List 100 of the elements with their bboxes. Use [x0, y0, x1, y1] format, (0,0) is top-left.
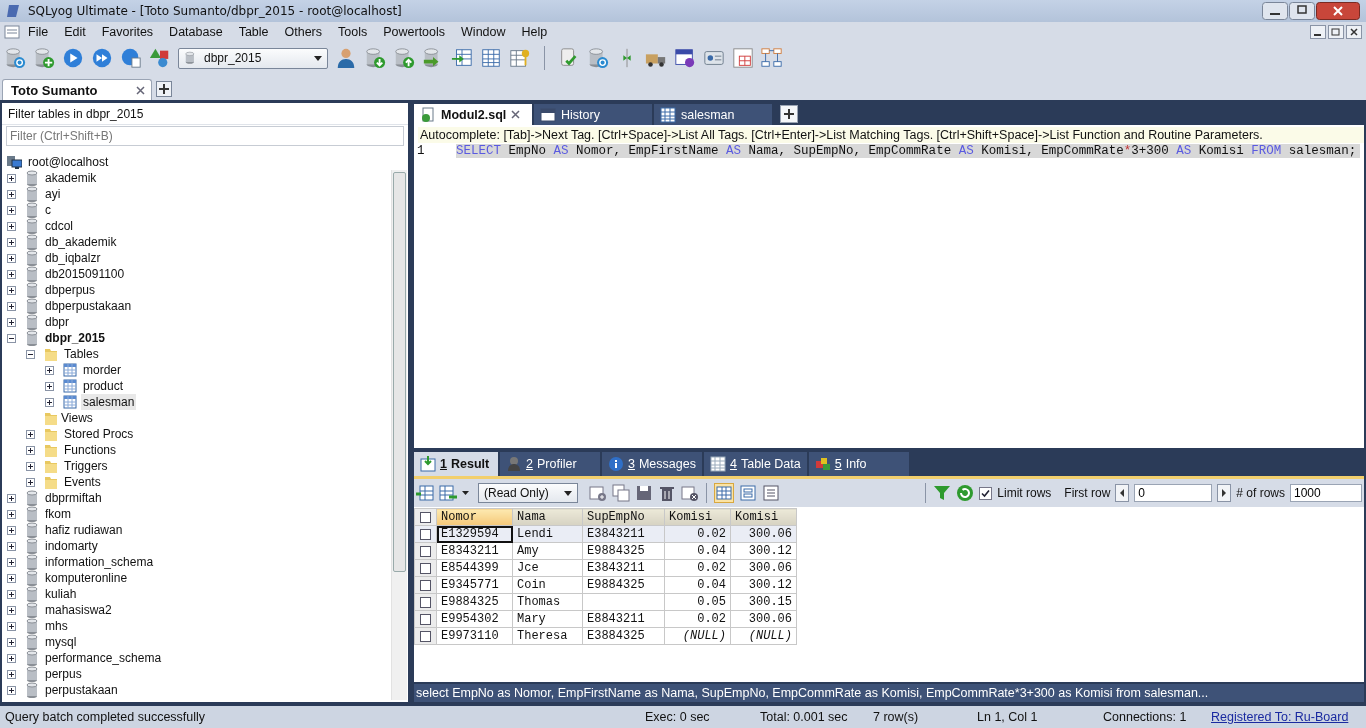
column-header[interactable]: Nomor	[436, 508, 513, 526]
menu-item[interactable]: Window	[453, 25, 514, 39]
expand-icon[interactable]	[7, 669, 16, 679]
add-tab-button[interactable]	[780, 105, 798, 123]
result-tab[interactable]: 1 Result	[414, 452, 498, 476]
row-checkbox[interactable]	[420, 562, 431, 574]
save-icon[interactable]	[635, 484, 653, 502]
editor-tab[interactable]: salesman	[654, 104, 772, 125]
tree-item[interactable]: cdcol	[43, 218, 75, 234]
expand-icon[interactable]	[7, 253, 16, 263]
previous-button[interactable]	[1115, 484, 1130, 502]
menu-item[interactable]: Tools	[330, 25, 376, 39]
tree-item[interactable]: dbprmiftah	[43, 490, 104, 506]
row-checkbox[interactable]	[420, 630, 431, 642]
duplicate-row-icon[interactable]	[612, 484, 630, 502]
close-button[interactable]	[1316, 2, 1360, 20]
expand-icon[interactable]	[7, 589, 16, 599]
menu-item[interactable]: Others	[276, 25, 331, 39]
expand-icon[interactable]	[45, 397, 54, 407]
add-row-icon[interactable]	[589, 484, 607, 502]
expand-icon[interactable]	[7, 269, 16, 279]
play-icon[interactable]	[62, 47, 84, 69]
expand-icon[interactable]	[45, 365, 54, 375]
registration-link[interactable]: Registered To: Ru-Board	[1211, 710, 1349, 724]
tree-item[interactable]: Tables	[62, 346, 101, 362]
expand-icon[interactable]	[7, 173, 16, 183]
database-plus-icon[interactable]	[33, 47, 55, 69]
expand-icon[interactable]	[7, 301, 16, 311]
editor-tab[interactable]: History	[534, 104, 652, 125]
delete-icon[interactable]	[658, 484, 676, 502]
add-tab-button[interactable]	[156, 81, 172, 97]
tree-item[interactable]: Views	[59, 410, 95, 426]
filter-field[interactable]: Filter (Ctrl+Shift+B)	[6, 126, 404, 146]
tree-item[interactable]: root@localhost	[26, 154, 111, 170]
expand-icon[interactable]	[26, 445, 35, 455]
expand-icon[interactable]	[7, 605, 16, 615]
connection-tab[interactable]: Toto Sumanto	[2, 79, 152, 101]
close-button[interactable]	[1346, 25, 1362, 39]
menu-item[interactable]: Help	[513, 25, 556, 39]
expand-icon[interactable]	[7, 285, 16, 295]
tree-item[interactable]: hafiz rudiawan	[43, 522, 125, 538]
tree-item[interactable]: Stored Procs	[62, 426, 136, 442]
diagram-icon[interactable]	[761, 47, 783, 69]
filter-icon[interactable]	[933, 484, 952, 502]
database-refresh-icon[interactable]	[4, 47, 26, 69]
expand-icon[interactable]	[7, 189, 16, 199]
mode-dropdown[interactable]: (Read Only)	[478, 483, 578, 503]
fast-forward-icon[interactable]	[91, 47, 113, 69]
row-checkbox[interactable]	[420, 528, 431, 540]
tree-item[interactable]: fkom	[43, 506, 73, 522]
tree-item[interactable]: Functions	[62, 442, 119, 458]
expand-icon[interactable]	[26, 461, 35, 471]
database-dropdown[interactable]: dbpr_2015	[178, 47, 328, 69]
expand-icon[interactable]	[7, 317, 16, 327]
shapes-icon[interactable]	[149, 47, 171, 69]
row-checkbox[interactable]	[420, 596, 431, 608]
row-checkbox[interactable]	[420, 545, 431, 557]
menu-item[interactable]: Table	[230, 25, 277, 39]
grid-view-button[interactable]	[714, 483, 734, 503]
expand-icon[interactable]	[7, 621, 16, 631]
database-refresh-icon[interactable]	[587, 47, 609, 69]
tree-item[interactable]: akademik	[43, 170, 99, 186]
table-icon[interactable]	[480, 47, 502, 69]
menu-item[interactable]: File	[20, 25, 57, 39]
tree-item[interactable]: Triggers	[62, 458, 110, 474]
result-tab[interactable]: 3 Messages	[602, 452, 702, 476]
collapse-icon[interactable]	[26, 349, 35, 359]
expand-icon[interactable]	[26, 477, 35, 487]
column-header[interactable]: Nama	[512, 508, 583, 526]
editor-tab[interactable]: Modul2.sql	[414, 104, 532, 125]
column-header[interactable]: Komisi	[730, 508, 797, 526]
tree-item[interactable]: kuliah	[43, 586, 79, 602]
menu-item[interactable]: Edit	[56, 25, 94, 39]
tree-item[interactable]: db_iqbalzr	[43, 250, 103, 266]
database-down-arrow-icon[interactable]	[364, 47, 386, 69]
grid-icon[interactable]	[732, 47, 754, 69]
tree-item[interactable]: perpustakaan	[43, 682, 120, 698]
expand-icon[interactable]	[7, 525, 16, 535]
row-checkbox[interactable]	[420, 613, 431, 625]
tree-item[interactable]: ayi	[43, 186, 63, 202]
collapse-icon[interactable]	[7, 333, 16, 343]
tree-item[interactable]: db_akademik	[43, 234, 119, 250]
result-tab[interactable]: 2 Profiler	[500, 452, 600, 476]
result-tab[interactable]: 4 Table Data	[704, 452, 807, 476]
form-view-icon[interactable]	[739, 484, 757, 502]
minimize-button[interactable]	[1262, 2, 1288, 20]
expand-icon[interactable]	[26, 429, 35, 439]
expand-icon[interactable]	[7, 557, 16, 567]
select-all-checkbox[interactable]	[420, 511, 431, 523]
tree-item[interactable]: dbpr_2015	[43, 330, 108, 346]
tree-item[interactable]: mysql	[43, 634, 79, 650]
tree-item[interactable]: c	[43, 202, 53, 218]
tree-item[interactable]: indomarty	[43, 538, 100, 554]
result-tab[interactable]: 5 Info	[808, 452, 909, 476]
first-row-field[interactable]: 0	[1134, 484, 1213, 502]
tree-item[interactable]: db2015091100	[43, 266, 127, 282]
menu-item[interactable]: Powertools	[375, 25, 454, 39]
close-icon[interactable]	[511, 110, 521, 119]
dropdown-arrow-icon[interactable]	[462, 491, 469, 495]
row-count-field[interactable]: 1000	[1290, 484, 1362, 502]
